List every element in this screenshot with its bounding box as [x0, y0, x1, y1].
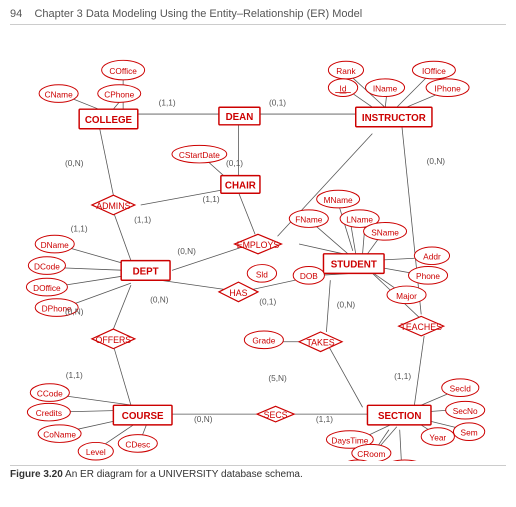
svg-text:SecNo: SecNo: [453, 406, 478, 416]
svg-text:(0,N): (0,N): [150, 295, 169, 305]
svg-text:CPhone: CPhone: [104, 89, 134, 99]
svg-text:INSTRUCTOR: INSTRUCTOR: [362, 113, 426, 124]
svg-text:(0,N): (0,N): [177, 246, 196, 256]
svg-text:LName: LName: [346, 215, 373, 225]
svg-text:TAKES: TAKES: [306, 338, 334, 348]
svg-text:DEAN: DEAN: [226, 112, 254, 123]
svg-text:(1,1): (1,1): [134, 215, 151, 225]
svg-text:(0,N): (0,N): [427, 156, 446, 166]
svg-text:CoName: CoName: [43, 430, 76, 440]
svg-text:(0,N): (0,N): [337, 300, 356, 310]
svg-text:CRoom: CRoom: [357, 449, 385, 459]
svg-text:DCode: DCode: [34, 261, 60, 271]
svg-text:TEACHES: TEACHES: [400, 322, 442, 332]
page-number: 94: [10, 8, 22, 20]
figure-caption-text: An ER diagram for a UNIVERSITY database …: [65, 469, 303, 480]
svg-text:(1,1): (1,1): [71, 223, 88, 233]
svg-text:MName: MName: [324, 195, 353, 205]
svg-text:(1,1): (1,1): [316, 414, 333, 424]
svg-text:EMPLOYS: EMPLOYS: [237, 240, 280, 250]
svg-text:DOB: DOB: [300, 271, 318, 281]
svg-text:OFFERS: OFFERS: [96, 335, 132, 345]
svg-text:(0,N): (0,N): [194, 414, 213, 424]
svg-text:Addr: Addr: [423, 252, 441, 262]
svg-text:DName: DName: [41, 240, 70, 250]
svg-text:DEPT: DEPT: [133, 266, 159, 277]
svg-text:IOffice: IOffice: [422, 66, 446, 76]
svg-text:FName: FName: [295, 215, 323, 225]
svg-text:(1,1): (1,1): [66, 370, 83, 380]
svg-text:Level: Level: [86, 447, 106, 457]
diagram-container: COLLEGE DEAN INSTRUCTOR DEPT STUDENT COU…: [10, 31, 506, 461]
svg-text:HAS: HAS: [229, 288, 247, 298]
svg-text:Year: Year: [429, 432, 446, 442]
figure-number: Figure 3.20: [10, 469, 63, 480]
svg-text:CName: CName: [45, 89, 74, 99]
svg-text:CDesc: CDesc: [125, 439, 150, 449]
svg-text:DOffice: DOffice: [33, 283, 61, 293]
svg-text:Grade: Grade: [252, 336, 275, 346]
figure-caption: Figure 3.20 An ER diagram for a UNIVERSI…: [10, 465, 506, 480]
svg-text:Credits: Credits: [36, 408, 62, 418]
er-diagram: COLLEGE DEAN INSTRUCTOR DEPT STUDENT COU…: [10, 31, 506, 461]
svg-text:Rank: Rank: [336, 66, 356, 76]
svg-text:Sem: Sem: [461, 428, 478, 438]
svg-text:SECS: SECS: [264, 410, 288, 420]
svg-text:CCode: CCode: [37, 389, 63, 399]
svg-text:(5,N): (5,N): [268, 373, 287, 383]
svg-text:CStartDate: CStartDate: [179, 150, 220, 160]
svg-text:COURSE: COURSE: [122, 411, 164, 422]
svg-text:IPhone: IPhone: [434, 84, 461, 94]
svg-text:COffice: COffice: [109, 66, 137, 76]
svg-text:CHAIR: CHAIR: [225, 180, 256, 191]
chapter-title: Chapter 3 Data Modeling Using the Entity…: [34, 8, 362, 20]
svg-text:ADMINS: ADMINS: [96, 201, 130, 211]
svg-text:(0,N): (0,N): [65, 306, 84, 316]
svg-text:COLLEGE: COLLEGE: [85, 115, 133, 126]
svg-text:(0,N): (0,N): [65, 158, 84, 168]
svg-text:IName: IName: [373, 84, 398, 94]
svg-text:Major: Major: [396, 291, 417, 301]
svg-text:DaysTime: DaysTime: [331, 435, 368, 445]
svg-text:SName: SName: [371, 227, 399, 237]
svg-text:STUDENT: STUDENT: [331, 260, 377, 271]
svg-text:Id: Id: [340, 84, 347, 94]
svg-text:(1,1): (1,1): [203, 194, 220, 204]
svg-text:SecId: SecId: [450, 384, 472, 394]
svg-text:(1,1): (1,1): [159, 97, 176, 107]
svg-text:Sld: Sld: [256, 269, 268, 279]
page-header: 94 Chapter 3 Data Modeling Using the Ent…: [10, 8, 506, 25]
svg-text:Phone: Phone: [416, 271, 440, 281]
svg-text:(0,1): (0,1): [259, 297, 276, 307]
svg-text:(0,1): (0,1): [226, 158, 243, 168]
svg-text:SECTION: SECTION: [378, 411, 421, 422]
svg-text:(0,1): (0,1): [269, 97, 286, 107]
svg-text:(1,1): (1,1): [394, 371, 411, 381]
